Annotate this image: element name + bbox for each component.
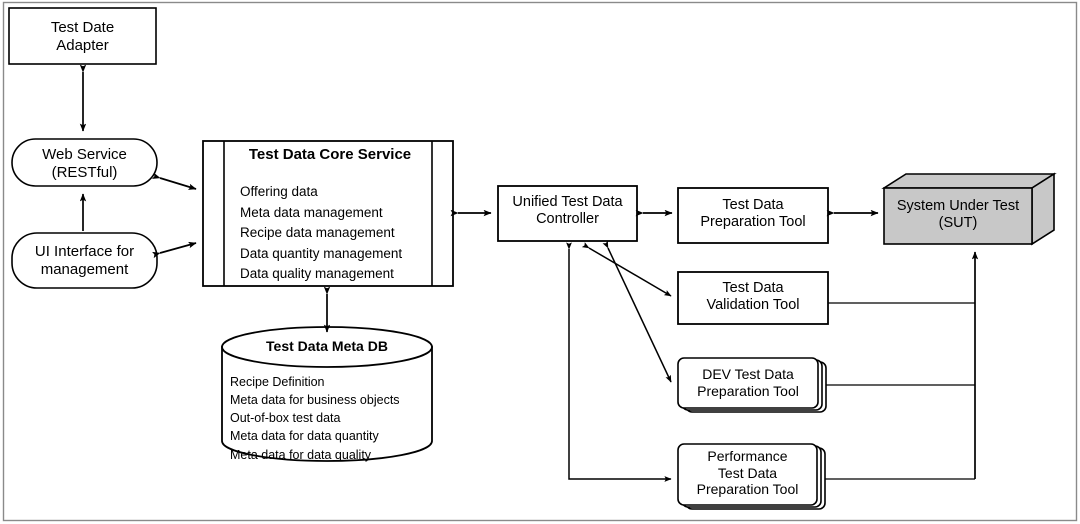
node-dev-prep-tool[interactable]	[677, 357, 819, 409]
edge-webservice-coreservice	[151, 172, 197, 190]
node-controller[interactable]	[497, 185, 638, 242]
node-web-service[interactable]	[11, 138, 158, 187]
node-validation-tool[interactable]	[677, 271, 829, 325]
diagram-canvas: Test Date Adapter Web Service (RESTful) …	[0, 0, 1080, 524]
edge-controller-validationtool	[581, 242, 672, 297]
node-sut[interactable]	[883, 187, 1033, 245]
node-ui-interface[interactable]	[11, 232, 158, 289]
edge-controller-devpreptool	[602, 240, 672, 383]
node-sut-top-face	[881, 173, 1057, 189]
node-perf-prep-tool[interactable]	[677, 443, 818, 506]
edge-ui-coreservice	[152, 241, 197, 259]
diagram-outer-border	[2, 1, 1078, 522]
diagram-shapes-layer	[2, 1, 1078, 522]
node-prep-tool[interactable]	[677, 187, 829, 244]
node-meta-db-top	[221, 326, 433, 368]
node-test-date-adapter[interactable]	[8, 7, 157, 65]
edge-controller-perfpreptool	[566, 242, 672, 482]
node-core-service[interactable]	[202, 140, 454, 287]
